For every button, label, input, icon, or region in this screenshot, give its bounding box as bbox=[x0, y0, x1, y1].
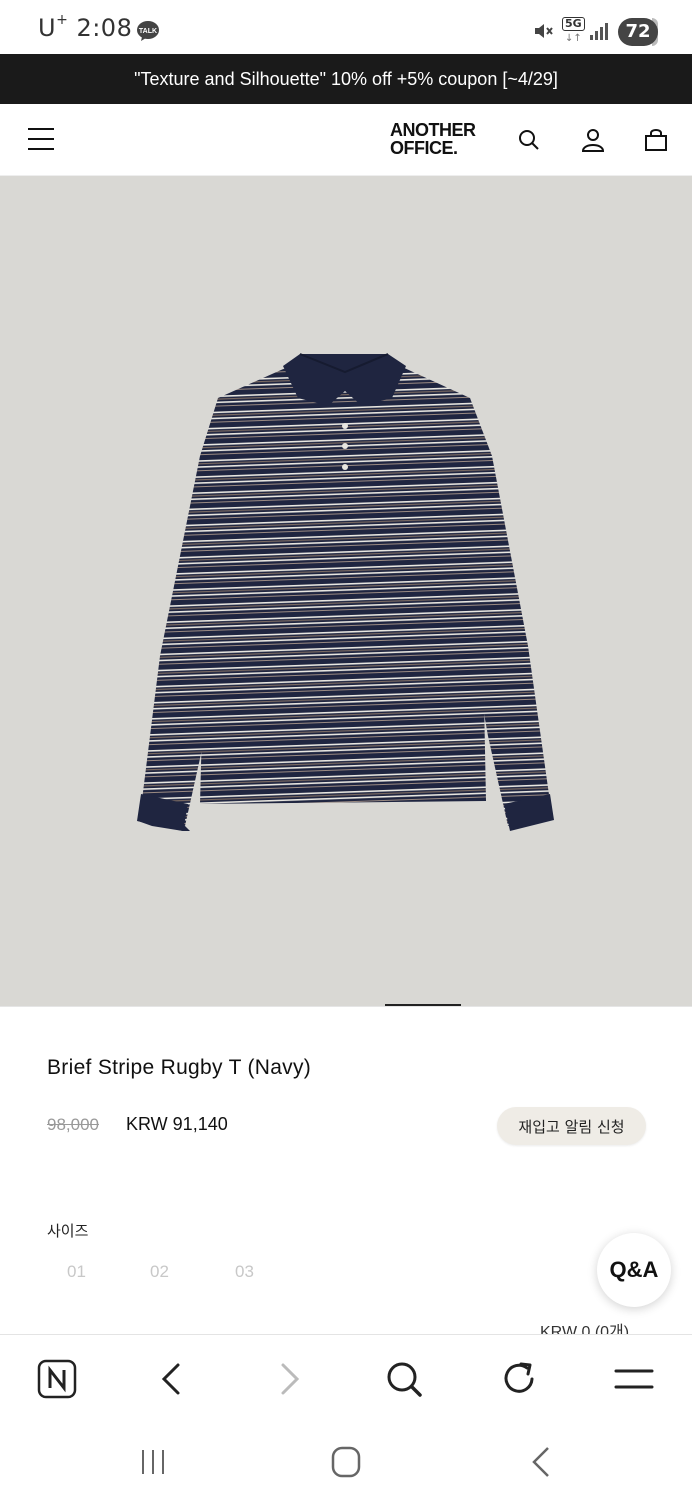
network-type: 5G bbox=[562, 17, 585, 31]
original-price: 98,000 bbox=[47, 1115, 99, 1134]
battery-level: 72 bbox=[618, 18, 658, 46]
slider-track bbox=[0, 1006, 692, 1007]
size-label: 사이즈 bbox=[47, 1222, 89, 1240]
reload-icon[interactable] bbox=[497, 1357, 541, 1401]
browser-toolbar bbox=[0, 1334, 692, 1422]
carrier-name: U bbox=[38, 14, 57, 42]
slider-indicator[interactable] bbox=[385, 1004, 461, 1006]
home-icon[interactable] bbox=[328, 1446, 364, 1478]
qa-button[interactable]: Q&A bbox=[597, 1233, 671, 1307]
product-image[interactable] bbox=[0, 176, 692, 1006]
size-option-02[interactable]: 02 bbox=[150, 1262, 169, 1282]
site-header: ANOTHER OFFICE. bbox=[0, 104, 692, 176]
restock-alert-button[interactable]: 재입고 알림 신청 bbox=[497, 1107, 646, 1145]
search-icon[interactable] bbox=[382, 1357, 426, 1401]
recent-apps-icon[interactable] bbox=[135, 1446, 171, 1478]
menu-icon[interactable] bbox=[612, 1357, 656, 1401]
system-nav-bar bbox=[0, 1422, 692, 1500]
status-bar: U+ 2:08 TALK 5G ↓↑ 72 bbox=[0, 0, 692, 54]
sale-price: KRW 91,140 bbox=[126, 1114, 228, 1134]
back-icon[interactable] bbox=[522, 1446, 558, 1478]
brand-logo[interactable]: ANOTHER OFFICE. bbox=[390, 121, 476, 157]
carrier-plus: + bbox=[56, 12, 69, 28]
user-icon[interactable] bbox=[579, 126, 607, 154]
carrier-time: U+ 2:08 bbox=[38, 12, 133, 42]
product-name: Brief Stripe Rugby T (Navy) bbox=[47, 1056, 312, 1079]
naver-icon[interactable] bbox=[36, 1357, 80, 1401]
back-icon[interactable] bbox=[150, 1357, 194, 1401]
svg-text:TALK: TALK bbox=[139, 28, 157, 35]
promo-banner[interactable]: "Texture and Silhouette" 10% off +5% cou… bbox=[0, 54, 692, 104]
mute-icon bbox=[535, 24, 553, 38]
logo-line1: ANOTHER bbox=[390, 120, 476, 140]
size-option-03[interactable]: 03 bbox=[235, 1262, 254, 1282]
shirt-illustration bbox=[137, 353, 554, 831]
bag-icon[interactable] bbox=[642, 126, 670, 154]
kakaotalk-icon: TALK bbox=[137, 21, 159, 41]
signal-icon bbox=[590, 23, 608, 40]
data-arrows-icon: ↓↑ bbox=[565, 33, 582, 44]
logo-line2: OFFICE. bbox=[390, 138, 458, 158]
size-option-01[interactable]: 01 bbox=[67, 1262, 86, 1282]
forward-icon[interactable] bbox=[267, 1357, 311, 1401]
clock: 2:08 bbox=[76, 14, 133, 42]
search-icon[interactable] bbox=[515, 126, 543, 154]
menu-button[interactable] bbox=[28, 128, 54, 152]
